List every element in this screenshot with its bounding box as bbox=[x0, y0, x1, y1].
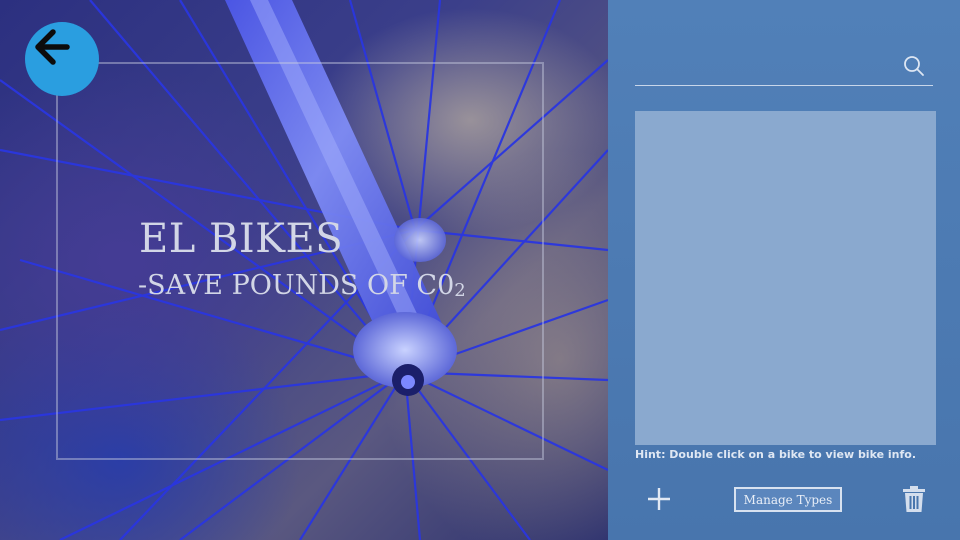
search-underline bbox=[635, 85, 933, 86]
hero-image: EL BIKES -SAVE POUNDS OF C02 bbox=[0, 0, 608, 540]
arrow-left-icon bbox=[35, 29, 70, 65]
search-icon[interactable] bbox=[902, 54, 926, 78]
hint-text: Hint: Double click on a bike to view bik… bbox=[635, 448, 917, 461]
back-button[interactable] bbox=[25, 22, 99, 96]
hero-title: EL BIKES bbox=[139, 216, 344, 262]
hero-subtitle-subscript: 2 bbox=[454, 280, 466, 301]
trash-icon[interactable] bbox=[902, 486, 926, 512]
hero-subtitle-main: -SAVE POUNDS OF C0 bbox=[138, 270, 455, 301]
hero-subtitle: -SAVE POUNDS OF C02 bbox=[138, 270, 466, 301]
plus-icon[interactable] bbox=[646, 486, 672, 512]
manage-types-button[interactable]: Manage Types bbox=[734, 487, 842, 512]
bike-panel: Hint: Double click on a bike to view bik… bbox=[608, 0, 960, 540]
search-input[interactable] bbox=[635, 50, 909, 86]
bike-list[interactable] bbox=[635, 111, 936, 445]
